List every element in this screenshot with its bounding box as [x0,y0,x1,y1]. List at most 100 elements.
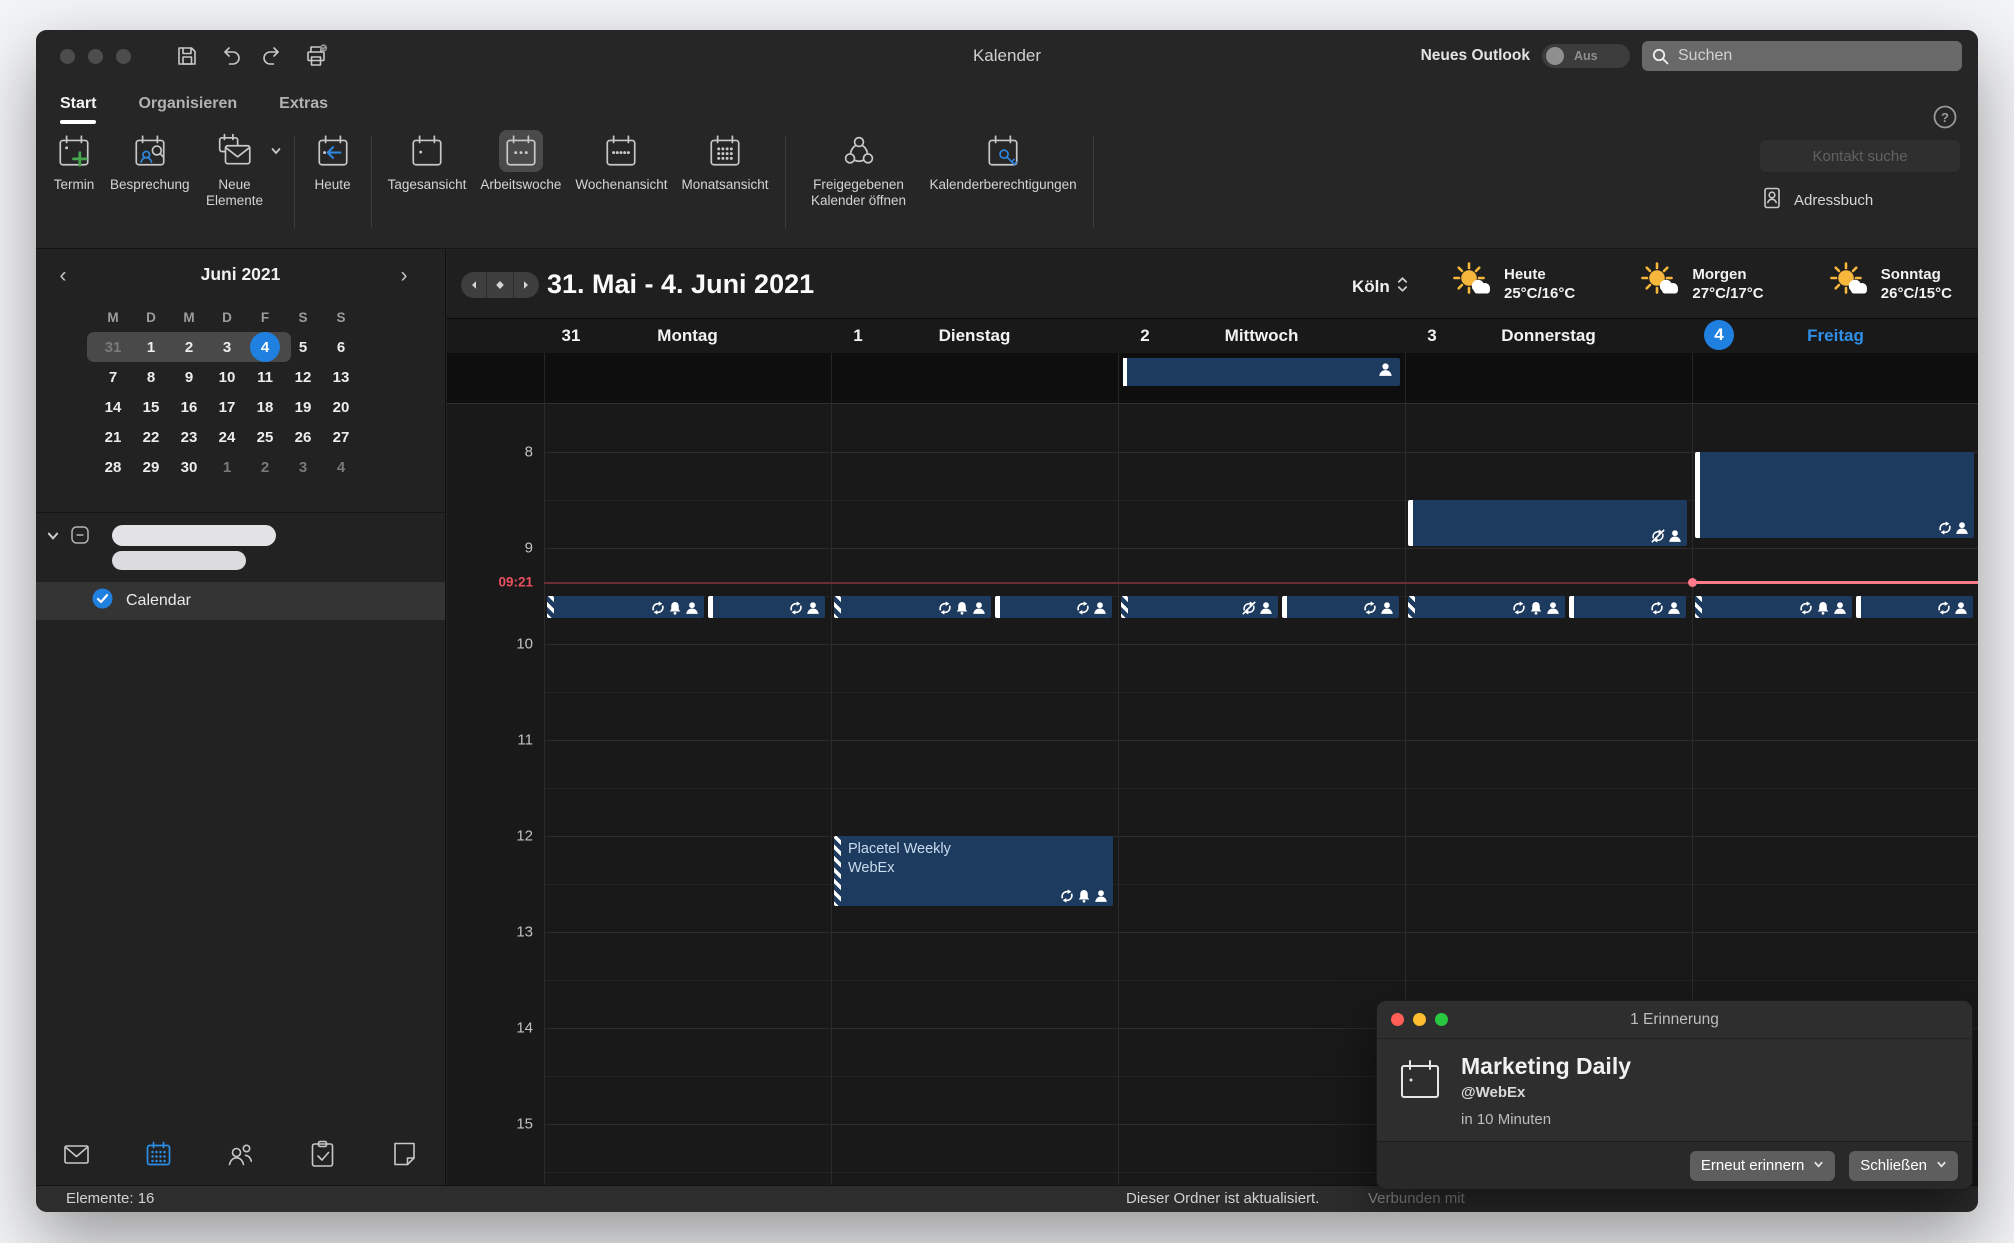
mini-calendar-next-icon[interactable]: › [391,264,417,290]
mini-calendar-day[interactable]: 2 [170,332,208,362]
search-input[interactable]: Suchen [1642,41,1962,71]
checkbox-checked-icon[interactable] [92,588,113,614]
next-week-icon[interactable] [514,272,539,298]
weekday-label: M [170,302,208,332]
mini-calendar-day[interactable]: 18 [246,392,284,422]
event-icons [789,601,820,615]
mini-calendar-day[interactable]: 3 [208,332,246,362]
recurrence-icon [938,601,952,615]
event[interactable] [547,596,704,618]
mini-calendar-day[interactable]: 17 [208,392,246,422]
day-header-dienstag[interactable]: 1Dienstag [831,319,1118,353]
mini-calendar-day[interactable]: 13 [322,362,360,392]
weather-forecast: Heute25°C/16°CMorgen27°C/17°CSonntag26°C… [1452,258,1952,310]
arbeitswoche-button[interactable]: Arbeitswoche [476,130,565,193]
tagesansicht-button[interactable]: Tagesansicht [384,130,471,193]
mini-calendar-day[interactable]: 16 [170,392,208,422]
dismiss-button[interactable]: Schließen [1849,1151,1958,1181]
mini-calendar-day[interactable]: 20 [322,392,360,422]
event[interactable] [1408,500,1687,546]
chevron-down-icon[interactable] [270,144,282,156]
event[interactable] [834,596,991,618]
weather-location-picker[interactable]: Köln [1352,274,1409,300]
reminder-footer: Erneut erinnern Schließen [1377,1141,1972,1189]
prev-week-icon[interactable] [461,272,487,298]
mini-calendar-day[interactable]: 29 [132,452,170,482]
day-header-mittwoch[interactable]: 2Mittwoch [1118,319,1405,353]
module-notes-button[interactable] [363,1139,445,1175]
event[interactable] [995,596,1112,618]
mini-calendar-day[interactable]: 4 [322,452,360,482]
mini-calendar-day[interactable]: 2 [246,452,284,482]
event[interactable] [1695,452,1974,538]
mini-calendar-day[interactable]: 10 [208,362,246,392]
event[interactable] [708,596,825,618]
mini-calendar-day[interactable]: 24 [208,422,246,452]
module-calendar-button[interactable] [118,1139,200,1175]
contact-card-icon [1760,186,1784,214]
mini-calendar-day[interactable]: 6 [322,332,360,362]
mini-calendar-day[interactable]: 3 [284,452,322,482]
heute-button[interactable]: Heute [307,130,359,193]
mini-calendar-day[interactable]: 31 [94,332,132,362]
mini-calendar-day[interactable]: 19 [284,392,322,422]
address-book-button[interactable]: Adressbuch [1760,186,1960,214]
date-range-title: 31. Mai - 4. Juni 2021 [547,250,814,319]
event[interactable] [1856,596,1973,618]
day-header-freitag[interactable]: 4Freitag [1692,319,1978,353]
mini-calendar-day[interactable]: 22 [132,422,170,452]
today-diamond-icon[interactable] [487,272,513,298]
freigegebene-kalender-button[interactable]: Freigegebenen Kalender öffnen [798,130,920,209]
mini-calendar-day[interactable]: 11 [246,362,284,392]
besprechung-button[interactable]: Besprechung [106,130,194,193]
tab-extras[interactable]: Extras [279,95,328,124]
recurrence-icon [1799,601,1813,615]
collapse-box-icon[interactable] [70,525,90,550]
event-placetel-weekly[interactable]: Placetel WeeklyWebEx [834,836,1113,906]
neue-elemente-button[interactable]: Neue Elemente [200,130,270,209]
mini-calendar-day[interactable]: 12 [284,362,322,392]
day-header-donnerstag[interactable]: 3Donnerstag [1405,319,1692,353]
half-hour-line [544,788,1978,789]
mini-calendar-day[interactable]: 27 [322,422,360,452]
day-name: Mittwoch [1118,319,1405,353]
mini-calendar-day[interactable]: 1 [208,452,246,482]
day-header-montag[interactable]: 31Montag [544,319,831,353]
tab-organisieren[interactable]: Organisieren [138,95,237,124]
all-day-event[interactable] [1123,358,1400,386]
mini-calendar-day[interactable]: 28 [94,452,132,482]
mini-calendar-day[interactable]: 25 [246,422,284,452]
new-outlook-toggle[interactable]: Aus [1542,44,1630,68]
mini-calendar-day[interactable]: 4 [246,332,284,362]
monatsansicht-button[interactable]: Monatsansicht [677,130,772,193]
wochenansicht-button[interactable]: Wochenansicht [571,130,671,193]
event[interactable] [1121,596,1278,618]
termin-button[interactable]: Termin [48,130,100,193]
tab-start[interactable]: Start [60,95,96,124]
contact-search-field[interactable]: Kontakt suche [1760,140,1960,172]
chevron-down-icon[interactable] [46,529,60,548]
module-mail-button[interactable] [36,1139,118,1175]
module-people-button[interactable] [200,1139,282,1175]
mini-calendar-day[interactable]: 15 [132,392,170,422]
mini-calendar-day[interactable]: 5 [284,332,322,362]
mini-calendar-day[interactable]: 8 [132,362,170,392]
event[interactable] [1408,596,1565,618]
event[interactable] [1695,596,1852,618]
mini-calendar-day[interactable]: 14 [94,392,132,422]
mini-calendar-day[interactable]: 23 [170,422,208,452]
mini-calendar-day[interactable]: 30 [170,452,208,482]
mini-calendar-day[interactable]: 26 [284,422,322,452]
help-icon[interactable]: ? [1932,104,1958,130]
sun-cloud-icon [1640,261,1682,308]
event[interactable] [1282,596,1399,618]
module-tasks-button[interactable] [281,1139,363,1175]
mini-calendar-day[interactable]: 21 [94,422,132,452]
mini-calendar-day[interactable]: 1 [132,332,170,362]
event[interactable] [1569,596,1686,618]
mini-calendar-day[interactable]: 9 [170,362,208,392]
calendar-list-item[interactable]: Calendar [36,582,445,620]
kalenderberechtigungen-button[interactable]: Kalenderberechtigungen [926,130,1081,193]
snooze-button[interactable]: Erneut erinnern [1690,1151,1835,1181]
mini-calendar-day[interactable]: 7 [94,362,132,392]
